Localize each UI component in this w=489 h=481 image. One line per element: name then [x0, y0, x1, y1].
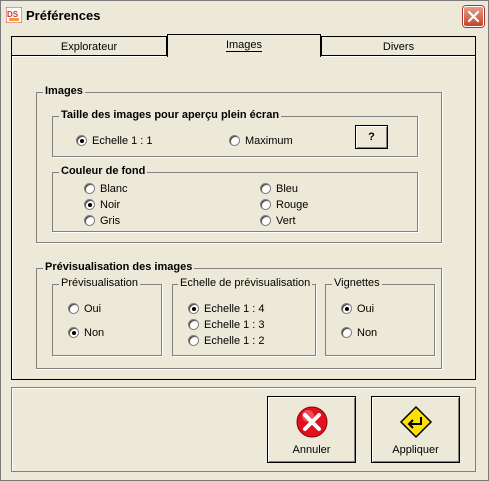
radio-dot — [260, 215, 271, 226]
radio-blanc[interactable]: Blanc — [84, 183, 128, 195]
radio-dot — [76, 135, 87, 146]
preview-group-title: Prévisualisation des images — [43, 261, 195, 273]
radio-label: Non — [357, 327, 378, 339]
radio-dot — [341, 303, 352, 314]
radio-rouge[interactable]: Rouge — [260, 199, 308, 211]
images-group-title: Images — [43, 85, 85, 97]
radio-label: Blanc — [100, 183, 128, 195]
radio-noir[interactable]: Noir — [84, 199, 120, 211]
radio-label: Noir — [100, 199, 121, 211]
radio-bleu[interactable]: Bleu — [260, 183, 298, 195]
radio-maximum[interactable]: Maximum — [229, 135, 293, 147]
bg-color-group-title: Couleur de fond — [59, 165, 148, 177]
previsualisation-group: Prévisualisation — [52, 277, 162, 356]
radio-thumbs-oui[interactable]: Oui — [341, 303, 374, 315]
radio-label: Non — [84, 327, 105, 339]
radio-label: Echelle 1 : 1 — [92, 135, 153, 147]
radio-gris[interactable]: Gris — [84, 215, 120, 227]
radio-label: Echelle 1 : 4 — [204, 303, 265, 315]
cancel-label: Annuler — [292, 444, 331, 456]
size-group-title: Taille des images pour aperçu plein écra… — [59, 109, 282, 121]
radio-label: Gris — [100, 215, 121, 227]
radio-label: Rouge — [276, 199, 309, 211]
radio-label: Echelle 1 : 2 — [204, 335, 265, 347]
apply-arrow-icon — [399, 405, 433, 439]
radio-label: Vert — [276, 215, 296, 227]
radio-preview-oui[interactable]: Oui — [68, 303, 101, 315]
ds-app-icon: DS — [6, 7, 22, 23]
radio-dot — [84, 183, 95, 194]
radio-dot — [188, 303, 199, 314]
radio-dot — [229, 135, 240, 146]
scale-group-title: Echelle de prévisualisation — [178, 277, 313, 289]
radio-scale-1-3[interactable]: Echelle 1 : 3 — [188, 319, 265, 331]
close-icon — [467, 10, 480, 23]
radio-label: Bleu — [276, 183, 299, 195]
radio-scale-1-2[interactable]: Echelle 1 : 2 — [188, 335, 265, 347]
title-bar[interactable]: DS Préférences — [1, 1, 488, 31]
cancel-x-icon — [296, 406, 328, 438]
radio-dot — [84, 215, 95, 226]
tab-label: Explorateur — [60, 41, 118, 53]
radio-label: Maximum — [245, 135, 293, 147]
apply-button[interactable]: Appliquer — [371, 396, 460, 463]
radio-dot — [68, 303, 79, 314]
vignettes-group-title: Vignettes — [332, 277, 382, 289]
radio-dot — [260, 199, 271, 210]
previsualisation-group-title: Prévisualisation — [59, 277, 141, 289]
tab-label: Images — [225, 39, 263, 52]
cancel-button[interactable]: Annuler — [267, 396, 356, 463]
radio-preview-non[interactable]: Non — [68, 327, 104, 339]
radio-scale-1-4[interactable]: Echelle 1 : 4 — [188, 303, 265, 315]
radio-label: Echelle 1 : 3 — [204, 319, 265, 331]
radio-label: Oui — [84, 303, 102, 315]
help-button[interactable]: ? — [355, 125, 388, 149]
radio-vert[interactable]: Vert — [260, 215, 296, 227]
radio-label: Oui — [357, 303, 375, 315]
tab-images[interactable]: Images — [167, 34, 321, 57]
radio-echelle-1-1[interactable]: Echelle 1 : 1 — [76, 135, 153, 147]
vignettes-group: Vignettes — [325, 277, 435, 356]
radio-dot — [260, 183, 271, 194]
window-title: Préférences — [26, 8, 101, 23]
radio-dot — [84, 199, 95, 210]
radio-thumbs-non[interactable]: Non — [341, 327, 377, 339]
radio-dot — [341, 327, 352, 338]
close-button[interactable] — [463, 6, 484, 27]
svg-text:DS: DS — [7, 10, 19, 19]
radio-dot — [68, 327, 79, 338]
apply-label: Appliquer — [392, 444, 439, 456]
radio-dot — [188, 319, 199, 330]
tab-label: Divers — [382, 41, 415, 53]
radio-dot — [188, 335, 199, 346]
